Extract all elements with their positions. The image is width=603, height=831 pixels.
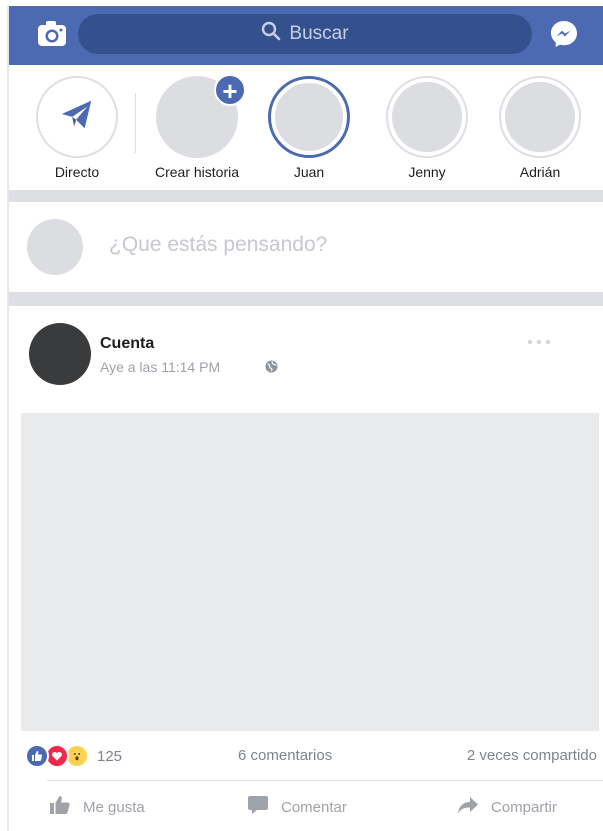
plus-icon[interactable]: + [214,74,246,106]
avatar [27,219,83,275]
stories-divider [135,93,136,153]
composer-prompt[interactable]: ¿Que estás pensando? [109,233,327,257]
thumbs-up-icon [49,795,71,819]
left-edge [0,6,9,831]
section-divider [9,292,603,306]
story-juan-avatar [268,76,350,158]
post-author-name[interactable]: Cuenta [100,335,154,353]
share-button[interactable]: Compartir [457,795,557,819]
paper-plane-icon [58,96,96,139]
search-icon [261,21,281,47]
story-juan[interactable]: Juan [264,76,354,180]
share-label: Compartir [491,798,557,816]
stories-tray: Directo + Crear historia Juan Jenny Adri… [9,65,603,190]
story-jenny[interactable]: Jenny [382,76,472,180]
story-adrian-avatar [499,76,581,158]
post-timestamp[interactable]: Aye a las 11:14 PM [100,359,220,375]
story-label: Jenny [408,164,446,180]
like-button[interactable]: Me gusta [49,795,145,819]
reaction-count: 125 [97,747,123,765]
like-reaction-icon [25,744,49,768]
more-dots-icon[interactable] [524,334,554,345]
app-frame: Buscar Directo + Crear historia Juan Jen… [9,6,603,831]
story-label: Directo [54,164,100,180]
comment-icon [247,795,269,819]
search-bar[interactable]: Buscar [78,14,532,54]
reaction-summary[interactable]: 125 [25,744,122,768]
post-author-avatar[interactable] [29,323,91,385]
feed-post: Cuenta Aye a las 11:14 PM 125 6 comentar… [9,306,603,831]
comment-label: Comentar [281,798,347,816]
comments-count[interactable]: 6 comentarios [238,747,332,764]
search-placeholder: Buscar [289,23,349,44]
camera-icon[interactable] [37,20,67,48]
story-directo-avatar [36,76,118,158]
post-image[interactable] [21,413,599,731]
create-story-avatar: + [156,74,246,158]
messenger-icon[interactable] [549,19,579,49]
top-bar: Buscar [9,6,603,65]
story-label: Adrián [519,164,561,180]
comment-button[interactable]: Comentar [247,795,347,819]
story-directo[interactable]: Directo [32,76,122,180]
section-divider [9,190,603,202]
shares-count[interactable]: 2 veces compartido [467,747,597,764]
story-label: Juan [293,164,325,180]
story-adrian[interactable]: Adrián [495,76,585,180]
story-crear-historia[interactable]: + Crear historia [152,74,246,180]
story-label: Crear historia [154,164,240,180]
globe-icon [265,360,278,373]
story-jenny-avatar [386,76,468,158]
actions-divider [47,780,603,781]
like-label: Me gusta [83,798,145,816]
share-arrow-icon [457,795,479,819]
status-composer[interactable]: ¿Que estás pensando? [9,202,603,292]
